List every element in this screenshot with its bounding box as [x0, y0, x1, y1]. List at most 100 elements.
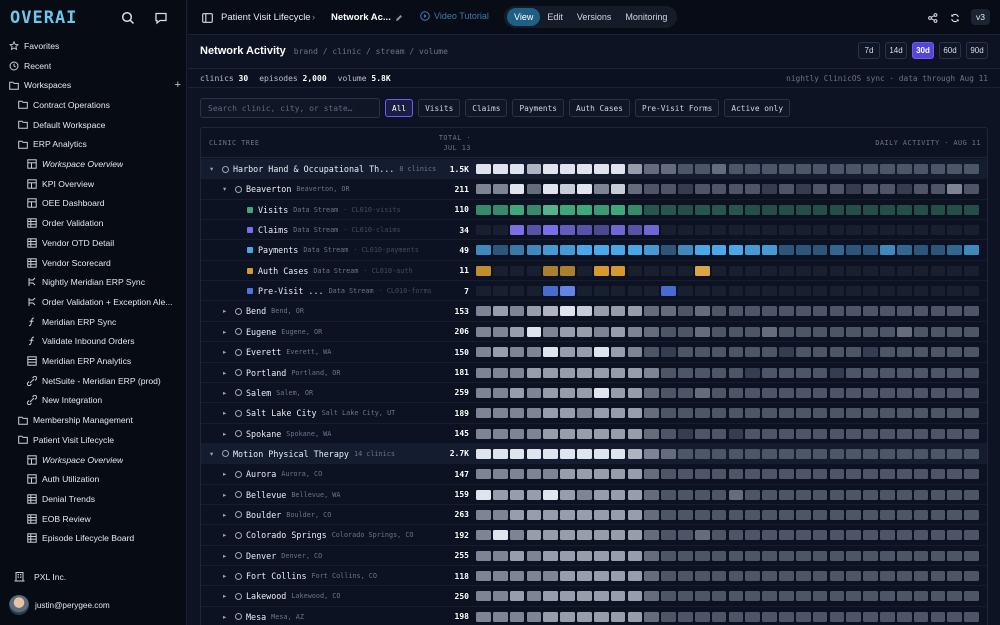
activity-cell[interactable] [728, 326, 744, 337]
activity-cell[interactable] [509, 286, 525, 297]
activity-cell[interactable] [964, 550, 979, 561]
activity-cell[interactable] [930, 306, 946, 317]
activity-cell[interactable] [644, 530, 660, 541]
activity-cell[interactable] [577, 326, 592, 337]
activity-cell[interactable] [745, 408, 761, 419]
share-icon[interactable] [928, 0, 938, 35]
activity-cell[interactable] [762, 591, 777, 602]
activity-cell[interactable] [829, 591, 845, 602]
activity-cell[interactable] [762, 611, 777, 622]
activity-cell[interactable] [964, 530, 979, 541]
activity-cell[interactable] [930, 489, 946, 500]
activity-cell[interactable] [863, 164, 878, 174]
activity-cell[interactable] [560, 326, 575, 337]
activity-cell[interactable] [644, 489, 660, 500]
activity-cell[interactable] [930, 286, 946, 297]
sidebar-item-new-integration[interactable]: New Integration [0, 391, 187, 411]
activity-cell[interactable] [711, 326, 727, 337]
activity-cell[interactable] [829, 265, 845, 276]
activity-cell[interactable] [694, 387, 710, 398]
activity-cell[interactable] [678, 286, 693, 297]
activity-cell[interactable] [593, 225, 609, 236]
activity-cell[interactable] [829, 347, 845, 358]
activity-cell[interactable] [812, 225, 828, 236]
activity-cell[interactable] [745, 530, 761, 541]
activity-cell[interactable] [627, 286, 643, 297]
activity-cell[interactable] [880, 245, 895, 256]
activity-cell[interactable] [711, 509, 727, 520]
activity-cell[interactable] [694, 591, 710, 602]
clinic-row[interactable]: ▸ Salt Lake City Salt Lake City, UT 189 [201, 403, 987, 424]
activity-cell[interactable] [880, 387, 895, 398]
activity-cell[interactable] [492, 367, 508, 378]
activity-cell[interactable] [694, 469, 710, 480]
clinic-row[interactable]: ▸ Portland Portland, OR 181 [201, 363, 987, 383]
activity-cell[interactable] [880, 225, 895, 236]
activity-cell[interactable] [947, 611, 963, 622]
activity-cell[interactable] [577, 286, 592, 297]
activity-cell[interactable] [661, 428, 676, 439]
activity-cell[interactable] [509, 367, 525, 378]
activity-cell[interactable] [863, 306, 878, 317]
activity-cell[interactable] [610, 571, 626, 581]
filter-chip-active-only[interactable]: Active only [724, 99, 791, 117]
activity-cell[interactable] [678, 611, 693, 622]
activity-cell[interactable] [863, 367, 878, 378]
activity-cell[interactable] [577, 408, 592, 419]
activity-cell[interactable] [728, 367, 744, 378]
activity-cell[interactable] [560, 164, 575, 174]
activity-cell[interactable] [913, 306, 929, 317]
activity-cell[interactable] [964, 367, 979, 378]
activity-cell[interactable] [728, 469, 744, 480]
activity-cell[interactable] [913, 164, 929, 174]
activity-cell[interactable] [812, 571, 828, 581]
activity-cell[interactable] [964, 347, 979, 358]
clinic-row[interactable]: ▸ Mesa Mesa, AZ 198 [201, 607, 987, 625]
activity-cell[interactable] [644, 225, 660, 236]
activity-cell[interactable] [577, 530, 592, 541]
activity-cell[interactable] [492, 326, 508, 337]
chevron-right-icon[interactable]: ▸ [223, 348, 231, 356]
activity-cell[interactable] [661, 571, 676, 581]
activity-cell[interactable] [509, 591, 525, 602]
activity-cell[interactable] [947, 489, 963, 500]
activity-cell[interactable] [913, 367, 929, 378]
chevron-right-icon[interactable]: ▸ [223, 491, 231, 499]
activity-cell[interactable] [694, 509, 710, 520]
activity-cell[interactable] [896, 367, 912, 378]
activity-cell[interactable] [896, 387, 912, 398]
activity-cell[interactable] [779, 225, 794, 236]
activity-cell[interactable] [947, 164, 963, 174]
activity-cell[interactable] [846, 591, 862, 602]
activity-cell[interactable] [593, 184, 609, 195]
activity-cell[interactable] [779, 428, 794, 439]
activity-cell[interactable] [812, 347, 828, 358]
activity-cell[interactable] [812, 326, 828, 337]
activity-cell[interactable] [560, 265, 575, 276]
activity-cell[interactable] [896, 306, 912, 317]
activity-cell[interactable] [694, 204, 710, 215]
activity-cell[interactable] [795, 286, 811, 297]
activity-cell[interactable] [610, 550, 626, 561]
activity-cell[interactable] [863, 469, 878, 480]
range-60d-button[interactable]: 60d [939, 42, 961, 59]
activity-cell[interactable] [661, 591, 676, 602]
activity-cell[interactable] [526, 428, 542, 439]
brand-group-row[interactable]: ▾ Harbor Hand & Occupational Th... 8 clini… [201, 159, 987, 180]
activity-cell[interactable] [762, 204, 777, 215]
activity-cell[interactable] [509, 530, 525, 541]
activity-cell[interactable] [964, 428, 979, 439]
activity-cell[interactable] [627, 591, 643, 602]
chevron-down-icon[interactable]: ▾ [210, 450, 218, 458]
activity-cell[interactable] [930, 326, 946, 337]
activity-cell[interactable] [694, 367, 710, 378]
activity-cell[interactable] [543, 286, 559, 297]
activity-cell[interactable] [913, 469, 929, 480]
activity-cell[interactable] [661, 408, 676, 419]
clinic-row[interactable]: ▸ Eugene Eugene, OR 206 [201, 322, 987, 343]
activity-cell[interactable] [661, 326, 676, 337]
activity-cell[interactable] [610, 469, 626, 480]
activity-cell[interactable] [947, 347, 963, 358]
activity-cell[interactable] [526, 550, 542, 561]
activity-cell[interactable] [930, 164, 946, 174]
